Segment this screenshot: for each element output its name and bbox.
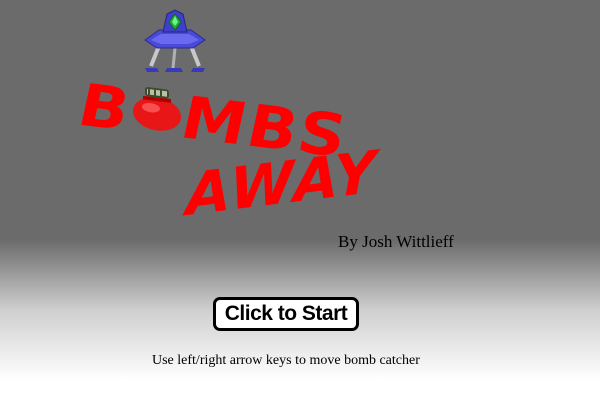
instructions-text: Use left/right arrow keys to move bomb c… — [152, 353, 420, 368]
start-button[interactable]: Click to Start — [213, 297, 359, 331]
author-credit: By Josh Wittlieff — [338, 232, 454, 251]
alien-ship-icon — [143, 8, 207, 74]
bomb-icon — [131, 87, 183, 139]
